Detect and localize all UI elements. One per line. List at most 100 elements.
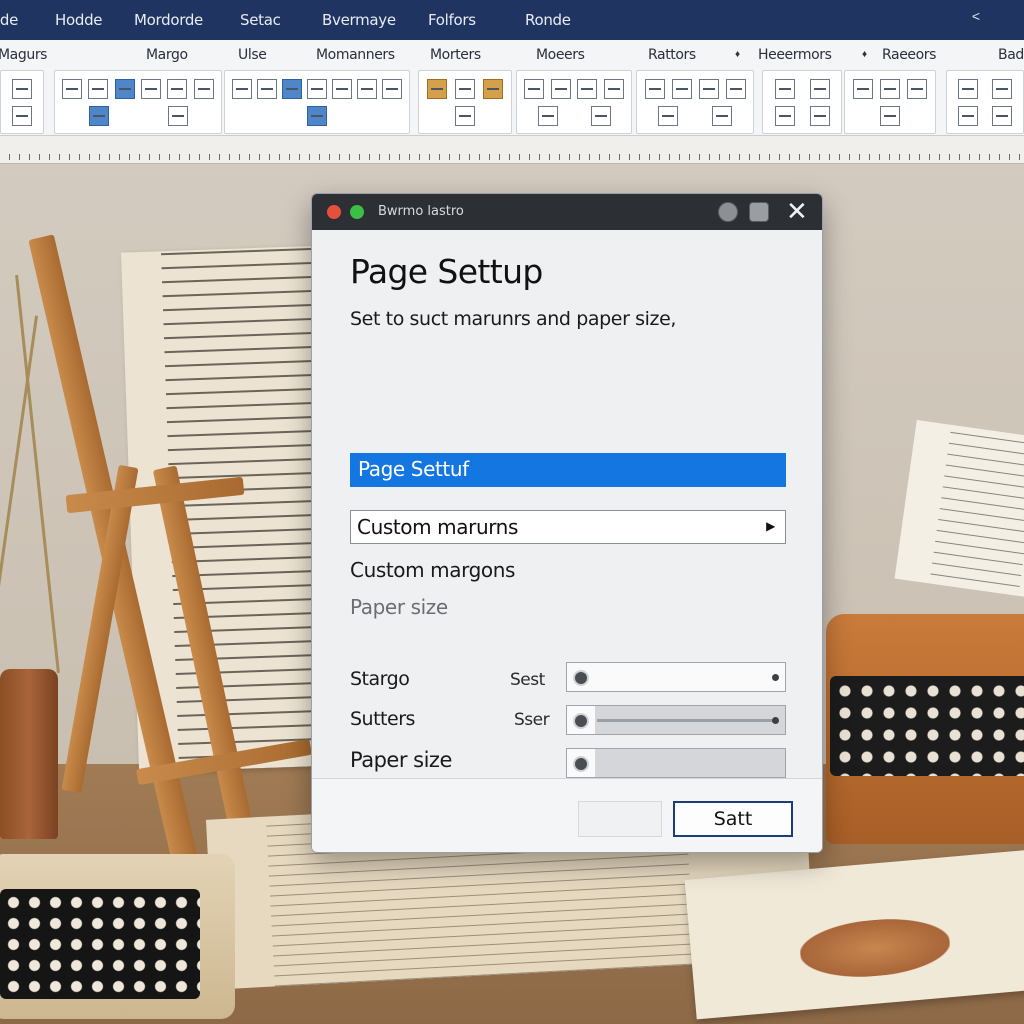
tool-icon[interactable]	[167, 105, 188, 126]
ribbon-group-label: Margo	[146, 47, 188, 63]
menu-item-bvermaye[interactable]: Bvermaye	[322, 11, 396, 29]
tool-icon[interactable]	[725, 78, 746, 99]
tool-icon[interactable]	[455, 105, 475, 126]
ribbon-group	[54, 70, 222, 134]
minimize-icon[interactable]	[718, 202, 738, 222]
tool-icon[interactable]	[88, 105, 109, 126]
ribbon-group	[844, 70, 936, 134]
ribbon-toolbar: Magurs Margo Ulse Momanners Morters Moee…	[0, 40, 1024, 136]
close-dot-icon[interactable]	[327, 205, 341, 219]
margins-dropdown[interactable]: Custom marurns ▶	[350, 510, 786, 544]
maximize-icon[interactable]	[749, 202, 769, 222]
list-item-selected[interactable]: Page Settuf	[350, 453, 786, 487]
menu-item-hodde[interactable]: Hodde	[55, 11, 103, 29]
tool-icon[interactable]	[774, 78, 795, 99]
tool-icon[interactable]	[332, 78, 353, 99]
slider-thumb[interactable]	[573, 670, 589, 686]
ribbon-group-label: Ulse	[238, 47, 267, 63]
tool-icon[interactable]	[809, 105, 830, 126]
tool-icon[interactable]	[590, 105, 611, 126]
tool-icon[interactable]	[306, 78, 327, 99]
tool-icon[interactable]	[256, 78, 277, 99]
tool-icon[interactable]	[307, 105, 327, 126]
tool-icon[interactable]	[193, 78, 214, 99]
chevron-right-icon[interactable]: ▶	[766, 519, 775, 533]
tool-icon[interactable]	[12, 105, 32, 126]
vase	[0, 669, 58, 839]
paper-size-slider[interactable]	[566, 748, 786, 778]
tool-icon[interactable]	[712, 105, 732, 126]
ribbon-group	[946, 70, 1024, 134]
menu-item-mordorde[interactable]: Mordorde	[134, 11, 203, 29]
stargo-slider[interactable]	[566, 662, 786, 692]
collapse-ribbon-icon[interactable]: <	[972, 8, 980, 24]
tool-icon[interactable]	[382, 78, 403, 99]
slider-thumb[interactable]	[573, 713, 589, 729]
tool-icon[interactable]	[141, 78, 162, 99]
close-icon[interactable]: ✕	[786, 197, 808, 227]
tool-icon[interactable]	[114, 78, 135, 99]
tool-icon[interactable]	[879, 78, 900, 99]
tool-icon[interactable]	[357, 78, 378, 99]
secondary-button[interactable]	[578, 801, 662, 837]
tool-icon[interactable]	[992, 78, 1012, 99]
dropdown-value: Custom marurns	[357, 515, 518, 539]
menu-item-setac[interactable]: Setac	[240, 11, 281, 29]
tool-icon[interactable]	[231, 78, 252, 99]
tool-icon[interactable]	[809, 78, 830, 99]
set-button[interactable]: Satt	[673, 801, 793, 837]
typewriter-keys	[0, 889, 200, 999]
ribbon-dropdown-icon[interactable]: ♦	[735, 49, 740, 60]
tool-icon[interactable]	[880, 105, 900, 126]
dialog-footer: Satt	[312, 778, 822, 852]
option-paper-size[interactable]: Paper size	[350, 595, 448, 619]
ribbon-group	[0, 70, 44, 134]
tool-icon[interactable]	[907, 78, 928, 99]
tool-icon[interactable]	[281, 78, 302, 99]
dialog-subtitle: Set to suct marunrs and paper size,	[350, 308, 676, 330]
dialog-titlebar[interactable]: Bwrmo lastro ✕	[312, 194, 822, 230]
tool-icon[interactable]	[658, 105, 678, 126]
tool-icon[interactable]	[455, 78, 475, 99]
ribbon-group-label: Momanners	[316, 47, 395, 63]
menu-item-folfors[interactable]: Folfors	[428, 11, 476, 29]
tool-icon[interactable]	[671, 78, 692, 99]
tool-icon[interactable]	[427, 78, 447, 99]
tool-icon[interactable]	[550, 78, 571, 99]
tool-icon[interactable]	[483, 78, 503, 99]
tool-icon[interactable]	[524, 78, 545, 99]
tool-icon[interactable]	[537, 105, 558, 126]
ribbon-group-label: Bad	[998, 47, 1024, 63]
tool-icon[interactable]	[774, 105, 795, 126]
ribbon-group	[418, 70, 512, 134]
tool-icon[interactable]	[12, 78, 32, 99]
tool-icon[interactable]	[167, 78, 188, 99]
tool-icon[interactable]	[62, 78, 83, 99]
menu-bar: lde Hodde Mordorde Setac Bvermaye Folfor…	[0, 0, 1024, 40]
ribbon-dropdown-icon[interactable]: ♦	[862, 49, 867, 60]
ribbon-group-label: Heeermors	[758, 47, 832, 63]
zoom-dot-icon[interactable]	[350, 205, 364, 219]
tool-icon[interactable]	[644, 78, 665, 99]
menu-item-ronde[interactable]: Ronde	[525, 11, 571, 29]
slider-track	[597, 719, 777, 722]
ribbon-group-label: Moeers	[536, 47, 585, 63]
tool-icon[interactable]	[577, 78, 598, 99]
slider-end-icon	[772, 674, 779, 681]
tool-icon[interactable]	[958, 105, 978, 126]
tool-icon[interactable]	[698, 78, 719, 99]
tool-icon[interactable]	[88, 78, 109, 99]
sutters-slider[interactable]	[566, 705, 786, 735]
tool-icon[interactable]	[992, 105, 1012, 126]
slider-end-icon	[772, 717, 779, 724]
horizontal-ruler[interactable]	[0, 136, 1024, 164]
tool-icon[interactable]	[958, 78, 978, 99]
field-sublabel: Sest	[510, 670, 545, 690]
dialog-heading: Page Settup	[350, 252, 543, 291]
menu-item-lde[interactable]: lde	[0, 11, 18, 29]
option-custom-margins[interactable]: Custom margons	[350, 558, 515, 582]
slider-thumb[interactable]	[573, 756, 589, 772]
tool-icon[interactable]	[603, 78, 624, 99]
ribbon-group-label: Raeeors	[882, 47, 937, 63]
tool-icon[interactable]	[852, 78, 873, 99]
